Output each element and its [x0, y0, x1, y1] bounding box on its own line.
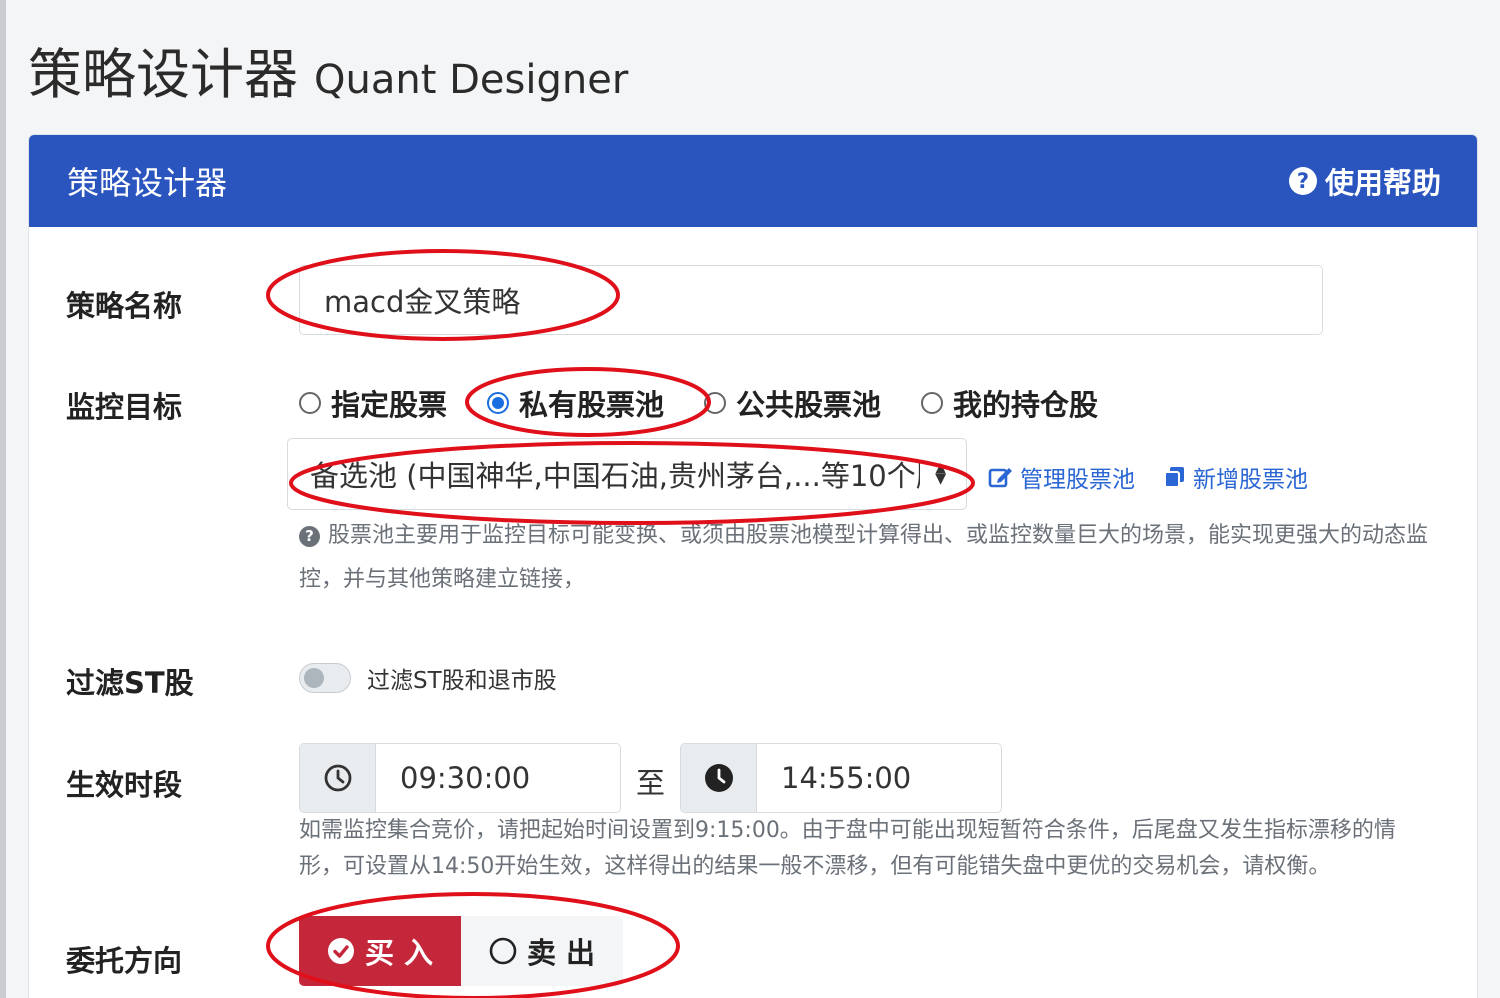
stock-pool-hint: ? 股票池主要用于监控目标可能变换、或须由股票池模型计算得出、或监控数量巨大的场景… [299, 514, 1439, 602]
empty-circle-icon [489, 937, 517, 965]
stock-pool-select[interactable]: 备选池 (中国神华,中国石油,贵州茅台,...等10个股票) ▲ ▼ [287, 438, 967, 510]
page-title: 策略设计器 Quant Designer [28, 30, 629, 106]
start-time-group [299, 743, 621, 813]
help-link[interactable]: ? 使用帮助 [1288, 160, 1441, 202]
effective-period-label: 生效时段 [66, 768, 183, 802]
to-text: 至 [636, 766, 666, 800]
radio-specified-stocks[interactable]: 指定股票 [299, 382, 447, 424]
strategy-name-label: 策略名称 [66, 289, 183, 323]
radio-my-holdings[interactable]: 我的持仓股 [921, 382, 1098, 424]
question-circle-icon: ? [299, 525, 320, 547]
stock-pool-selected-value: 备选池 (中国神华,中国石油,贵州茅台,...等10个股票) [310, 459, 920, 493]
effective-period-hint: 如需监控集合竞价，请把起始时间设置到9:15:00。由于盘中可能出现短暂符合条件… [299, 818, 1396, 879]
check-circle-icon [327, 937, 355, 965]
page-title-zh: 策略设计器 [28, 43, 298, 106]
radio-label: 私有股票池 [519, 388, 665, 422]
add-pool-label: 新增股票池 [1193, 467, 1308, 493]
strategy-name-input[interactable] [299, 265, 1323, 335]
add-pool-link[interactable]: 新增股票池 [1163, 460, 1308, 494]
radio-public-pool[interactable]: 公共股票池 [704, 382, 881, 424]
radio-circle [704, 392, 727, 414]
card-title: 策略设计器 [67, 164, 228, 202]
help-label: 使用帮助 [1324, 166, 1441, 200]
clock-filled-icon [681, 744, 757, 812]
monitor-target-radio-group: 指定股票 私有股票池 公共股票池 我的持仓股 [299, 378, 1138, 428]
window-edge [0, 0, 6, 998]
card-header: 策略设计器 ? 使用帮助 [29, 135, 1477, 227]
buy-label: 买 入 [364, 936, 434, 970]
copy-icon [1164, 467, 1184, 488]
sell-label: 卖 出 [526, 936, 596, 970]
monitor-target-label: 监控目标 [66, 390, 183, 424]
radio-circle-checked [487, 392, 510, 414]
filter-st-toggle[interactable] [299, 663, 351, 693]
radio-circle [299, 392, 321, 414]
stock-pool-hint-text: 股票池主要用于监控目标可能变换、或须由股票池模型计算得出、或监控数量巨大的场景，… [299, 523, 1429, 592]
radio-circle [921, 392, 944, 414]
buy-button[interactable]: 买 入 [299, 916, 461, 986]
radio-private-pool[interactable]: 私有股票池 [487, 382, 664, 424]
radio-label: 我的持仓股 [953, 388, 1099, 422]
question-circle-icon: ? [1288, 167, 1317, 195]
manage-pool-link[interactable]: 管理股票池 [988, 460, 1135, 494]
caret-updown-icon: ▲ ▼ [935, 460, 946, 487]
end-time-input[interactable] [757, 744, 1001, 812]
radio-label: 公共股票池 [736, 388, 882, 422]
clock-outline-icon [300, 744, 376, 812]
filter-st-label: 过滤ST股 [66, 666, 194, 700]
sell-button[interactable]: 卖 出 [461, 916, 623, 986]
filter-st-toggle-label: 过滤ST股和退市股 [367, 668, 557, 694]
order-direction-label: 委托方向 [66, 944, 183, 978]
radio-label: 指定股票 [331, 388, 448, 422]
order-direction-group: 买 入 卖 出 [299, 916, 623, 986]
start-time-input[interactable] [376, 744, 620, 812]
page-title-en: Quant Designer [314, 57, 629, 103]
end-time-group [680, 743, 1002, 813]
manage-pool-label: 管理股票池 [1020, 467, 1135, 493]
edit-icon [988, 468, 1012, 488]
